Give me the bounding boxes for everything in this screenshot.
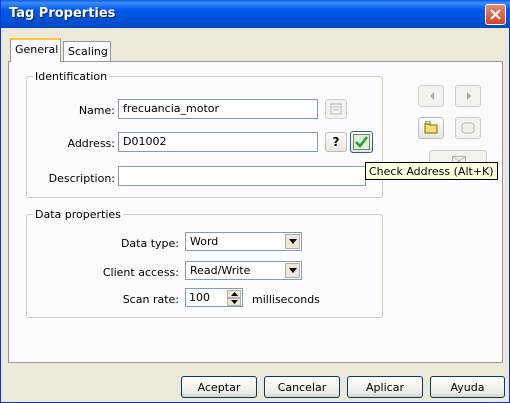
data-type-select[interactable]: Word: [185, 232, 302, 251]
help-button[interactable]: Ayuda: [430, 376, 505, 398]
previous-icon: [430, 92, 434, 100]
client-access-dropdown-button[interactable]: [285, 263, 300, 278]
client-access-label: Client access:: [102, 266, 179, 279]
check-address-button[interactable]: [350, 131, 373, 153]
duplicate-icon: [461, 122, 475, 134]
identification-legend: Identification: [35, 70, 108, 83]
scan-rate-down-button[interactable]: [227, 298, 241, 306]
help-label: ?: [332, 135, 340, 149]
new-tag-button[interactable]: [418, 117, 444, 139]
data-type-dropdown-button[interactable]: [285, 234, 300, 249]
data-properties-legend: Data properties: [35, 208, 121, 221]
browse-button[interactable]: [325, 99, 347, 119]
scan-rate-up-button[interactable]: [227, 290, 241, 298]
scan-rate-label: Scan rate:: [122, 293, 179, 306]
description-label: Description:: [48, 172, 115, 185]
dropdown-arrow-icon: [289, 239, 297, 244]
client-access-value: Read/Write: [190, 264, 251, 277]
spin-down-icon: [231, 300, 238, 304]
check-icon: [353, 134, 370, 150]
next-tag-button[interactable]: [455, 85, 481, 107]
scan-rate-spinner[interactable]: 100: [185, 288, 243, 307]
name-label: Name:: [78, 104, 115, 117]
apply-button[interactable]: Aplicar: [347, 376, 423, 398]
tag-properties-dialog: Tag Properties General Scaling Identific…: [0, 0, 510, 403]
cancel-button[interactable]: Cancelar: [264, 376, 340, 398]
tab-scaling[interactable]: Scaling: [63, 41, 111, 61]
name-field[interactable]: frecuancia_motor: [118, 99, 318, 119]
scan-rate-unit: milliseconds: [252, 293, 320, 306]
scan-rate-value: 100: [189, 291, 210, 304]
dropdown-arrow-icon: [289, 268, 297, 273]
help-address-button[interactable]: ?: [325, 132, 347, 152]
window-title: Tag Properties: [9, 6, 116, 21]
check-address-tooltip: Check Address (Alt+K): [365, 162, 498, 180]
close-icon: [490, 9, 501, 20]
address-label: Address:: [67, 137, 115, 150]
new-tag-icon: [424, 121, 438, 134]
name-value: frecuancia_motor: [123, 102, 220, 115]
tab-general[interactable]: General: [10, 38, 61, 62]
description-field[interactable]: [118, 166, 366, 186]
tab-scaling-label: Scaling: [68, 45, 108, 58]
duplicate-tag-button[interactable]: [455, 117, 481, 139]
previous-tag-button[interactable]: [418, 85, 444, 107]
data-type-value: Word: [190, 235, 219, 248]
address-field[interactable]: D01002: [118, 132, 318, 152]
spin-up-icon: [231, 292, 238, 296]
general-tab-panel: Identification Name: frecuancia_motor Ad…: [8, 61, 503, 363]
accept-button[interactable]: Aceptar: [181, 376, 257, 398]
address-value: D01002: [123, 135, 167, 148]
next-icon: [467, 92, 471, 100]
data-type-label: Data type:: [120, 237, 179, 250]
tab-general-label: General: [15, 43, 59, 56]
browse-icon: [330, 103, 342, 115]
client-access-select[interactable]: Read/Write: [185, 261, 302, 280]
close-button[interactable]: [485, 4, 506, 25]
title-bar[interactable]: Tag Properties: [1, 0, 510, 28]
